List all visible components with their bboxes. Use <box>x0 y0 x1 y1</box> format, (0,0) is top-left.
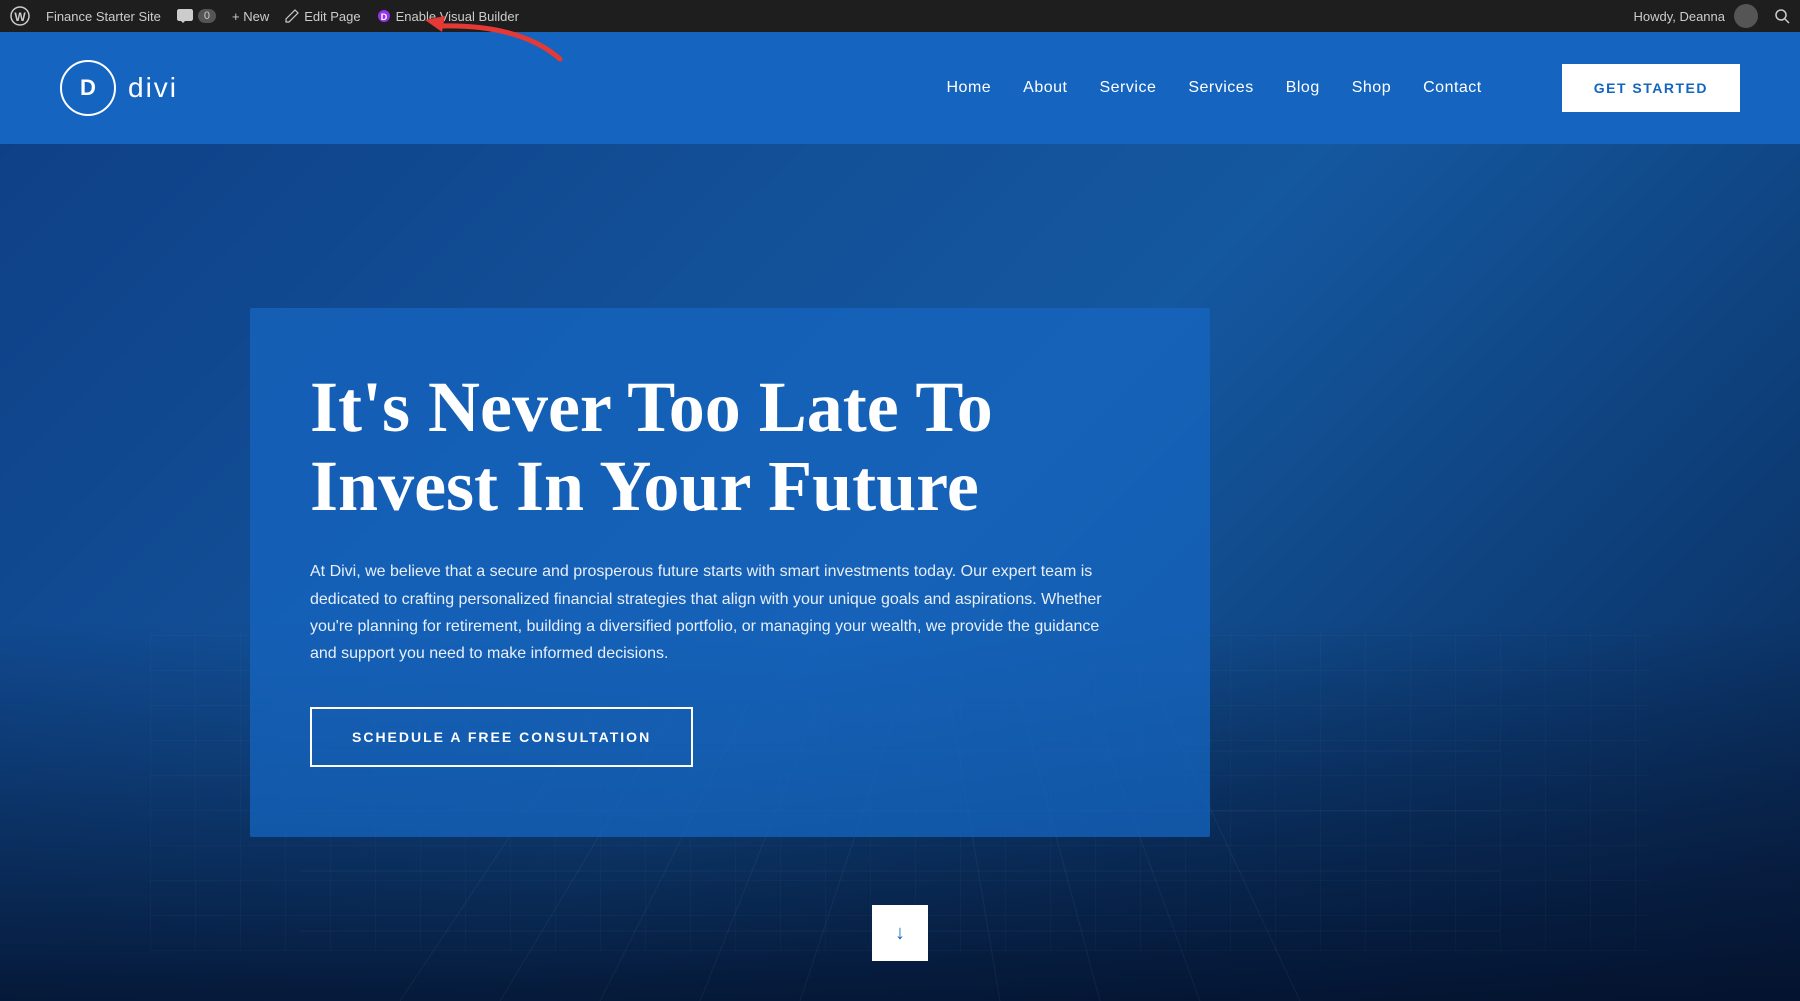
logo-text: divi <box>128 72 178 104</box>
svg-text:W: W <box>14 10 26 24</box>
hero-card: It's Never Too Late To Invest In Your Fu… <box>250 308 1210 837</box>
comment-count: 0 <box>198 9 216 23</box>
hero-section: It's Never Too Late To Invest In Your Fu… <box>0 144 1800 1001</box>
nav-home[interactable]: Home <box>946 79 991 97</box>
site-name-link[interactable]: Finance Starter Site <box>46 9 161 24</box>
search-icon[interactable] <box>1774 8 1790 24</box>
site-logo[interactable]: D divi <box>60 60 178 116</box>
nav-contact[interactable]: Contact <box>1423 79 1482 97</box>
hero-title: It's Never Too Late To Invest In Your Fu… <box>310 368 1130 526</box>
nav-services[interactable]: Services <box>1188 79 1253 97</box>
site-nav: Home About Service Services Blog Shop Co… <box>946 79 1481 97</box>
schedule-consultation-button[interactable]: SCHEDULE A FREE CONSULTATION <box>310 707 693 767</box>
nav-service[interactable]: Service <box>1099 79 1156 97</box>
enable-visual-builder-button[interactable]: D Enable Visual Builder <box>377 9 519 24</box>
nav-blog[interactable]: Blog <box>1286 79 1320 97</box>
comments-link[interactable]: 0 <box>177 9 216 23</box>
logo-circle: D <box>60 60 116 116</box>
nav-shop[interactable]: Shop <box>1352 79 1391 97</box>
svg-text:D: D <box>380 12 387 22</box>
get-started-button[interactable]: GET STARTED <box>1562 64 1740 112</box>
edit-page-button[interactable]: Edit Page <box>285 9 360 24</box>
hero-content: It's Never Too Late To Invest In Your Fu… <box>250 308 1210 837</box>
new-button[interactable]: + New <box>232 9 269 24</box>
arrow-down-icon: ↓ <box>895 922 905 945</box>
admin-bar: W Finance Starter Site 0 + New Edit Page… <box>0 0 1800 32</box>
howdy-user: Howdy, Deanna <box>1633 4 1758 28</box>
nav-about[interactable]: About <box>1023 79 1067 97</box>
hero-description: At Divi, we believe that a secure and pr… <box>310 558 1130 667</box>
site-header: D divi Home About Service Services Blog … <box>0 32 1800 144</box>
scroll-down-button[interactable]: ↓ <box>872 905 928 961</box>
wp-logo[interactable]: W <box>10 6 30 26</box>
